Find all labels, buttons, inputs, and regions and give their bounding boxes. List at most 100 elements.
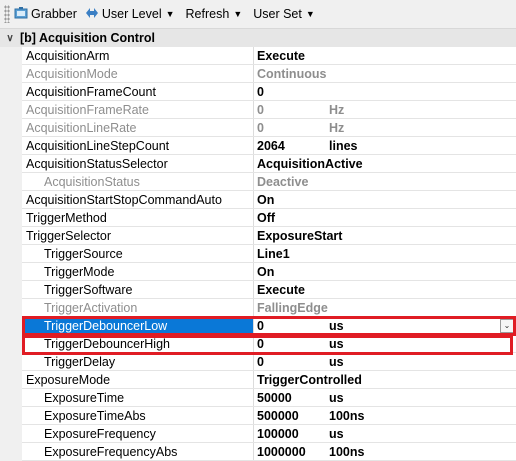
user-level-menu[interactable]: User Level ▼ [83,3,177,25]
property-value[interactable]: Execute [254,47,329,64]
property-name: AcquisitionFrameRate [22,101,254,118]
grabber-icon [14,6,28,23]
property-value[interactable]: 1000000 100ns [254,443,364,460]
property-unit: us [329,426,344,441]
property-value[interactable]: ExposureStart [254,227,342,244]
property-value-text: 500000 [257,408,299,423]
property-value[interactable]: Off [254,209,329,226]
refresh-menu[interactable]: Refresh ▼ [181,3,245,25]
property-value-text: 0 [257,354,264,369]
property-value[interactable]: Deactive [254,173,329,190]
property-row[interactable]: TriggerSelector ExposureStart [22,227,516,245]
property-row[interactable]: TriggerMethod Off [22,209,516,227]
property-row[interactable]: ExposureFrequency 100000 us [22,425,516,443]
property-name: AcquisitionStartStopCommandAuto [22,191,254,208]
property-row[interactable]: ExposureTime 50000 us [22,389,516,407]
property-name: AcquisitionStatus [22,173,254,190]
property-name: ExposureTimeAbs [22,407,254,424]
property-value[interactable]: FallingEdge [254,299,328,316]
property-name: TriggerSelector [22,227,254,244]
property-value[interactable]: Continuous [254,65,326,82]
property-row[interactable]: TriggerSoftware Execute [22,281,516,299]
property-value-text: 50000 [257,390,292,405]
property-name: ExposureTime [22,389,254,406]
property-value-text: Execute [257,282,305,297]
chevron-down-icon: ▼ [165,9,175,19]
property-value[interactable]: 0 us [254,353,344,370]
property-value-text: 1000000 [257,444,306,459]
property-name: TriggerDelay [22,353,254,370]
property-value[interactable]: 2064 lines [254,137,358,154]
chevron-down-icon: ▼ [305,9,315,19]
property-name: TriggerSource [22,245,254,262]
user-set-menu[interactable]: User Set ▼ [248,3,317,25]
collapse-toggle-icon[interactable]: ∨ [0,33,20,44]
property-unit: Hz [329,120,345,135]
category-title: [b] Acquisition Control [20,31,155,45]
property-row[interactable]: AcquisitionLineStepCount 2064 lines [22,137,516,155]
property-row[interactable]: TriggerMode On [22,263,516,281]
property-name: AcquisitionFrameCount [22,83,254,100]
property-value[interactable]: On [254,191,329,208]
property-value-text: Continuous [257,66,327,81]
property-value[interactable]: On [254,263,329,280]
property-value-text: On [257,264,275,279]
grabber-menu[interactable]: Grabber [12,3,79,25]
property-row[interactable]: AcquisitionMode Continuous [22,65,516,83]
grid-gutter [0,47,22,461]
property-row[interactable]: AcquisitionArm Execute [22,47,516,65]
property-row[interactable]: AcquisitionLineRate 0 Hz [22,119,516,137]
property-row[interactable]: ExposureMode TriggerControlled [22,371,516,389]
property-name: AcquisitionLineRate [22,119,254,136]
property-value[interactable]: 500000 100ns [254,407,364,424]
toolbar-grip[interactable] [4,5,10,23]
grabber-label: Grabber [31,7,77,21]
category-header[interactable]: ∨ [b] Acquisition Control [0,29,516,47]
property-unit: lines [329,138,358,153]
property-unit: us [329,354,344,369]
property-row[interactable]: TriggerActivation FallingEdge [22,299,516,317]
property-value[interactable]: Execute [254,281,329,298]
property-value[interactable]: 0 [254,83,329,100]
property-value-text: AcquisitionActive [257,156,363,171]
property-grid: ∨ [b] Acquisition Control AcquisitionArm… [0,29,516,461]
property-row[interactable]: AcquisitionStatusSelector AcquisitionActi… [22,155,516,173]
property-value-text: FallingEdge [257,300,328,315]
property-value[interactable]: 0 Hz [254,101,344,118]
property-value[interactable]: 100000 us [254,425,344,442]
property-row[interactable]: AcquisitionFrameCount 0 [22,83,516,101]
property-row[interactable]: AcquisitionFrameRate 0 Hz [22,101,516,119]
property-name: TriggerSoftware [22,281,254,298]
property-value-text: On [257,192,275,207]
property-value[interactable]: TriggerControlled [254,371,362,388]
property-row[interactable]: AcquisitionStartStopCommandAuto On [22,191,516,209]
property-value[interactable]: Line1 [254,245,329,262]
property-row[interactable]: ExposureFrequencyAbs 1000000 100ns [22,443,516,461]
property-value[interactable]: AcquisitionActive [254,155,363,172]
toolbar: Grabber User Level ▼ Refresh ▼ User Set … [0,0,516,29]
property-name: ExposureMode [22,371,254,388]
property-row[interactable]: ExposureTimeAbs 500000 100ns [22,407,516,425]
property-value-text: ExposureStart [257,228,343,243]
highlight-box [22,335,513,355]
property-name: ExposureFrequency [22,425,254,442]
property-unit: 100ns [329,444,365,459]
property-name: AcquisitionArm [22,47,254,64]
property-value-text: 100000 [257,426,299,441]
property-row[interactable]: TriggerDelay 0 us [22,353,516,371]
user-set-label: User Set [253,7,302,21]
property-unit: us [329,390,344,405]
user-level-label: User Level [101,7,162,21]
property-name: AcquisitionMode [22,65,254,82]
property-value-text: 0 [257,84,264,99]
user-level-icon [85,6,99,23]
property-row[interactable]: TriggerSource Line1 [22,245,516,263]
property-name: AcquisitionLineStepCount [22,137,254,154]
property-value-text: TriggerControlled [257,372,362,387]
property-row[interactable]: AcquisitionStatus Deactive [22,173,516,191]
property-value-text: 2064 [257,138,285,153]
property-value[interactable]: 0 Hz [254,119,344,136]
property-name: ExposureFrequencyAbs [22,443,254,460]
property-value[interactable]: 50000 us [254,389,344,406]
property-unit: Hz [329,102,345,117]
